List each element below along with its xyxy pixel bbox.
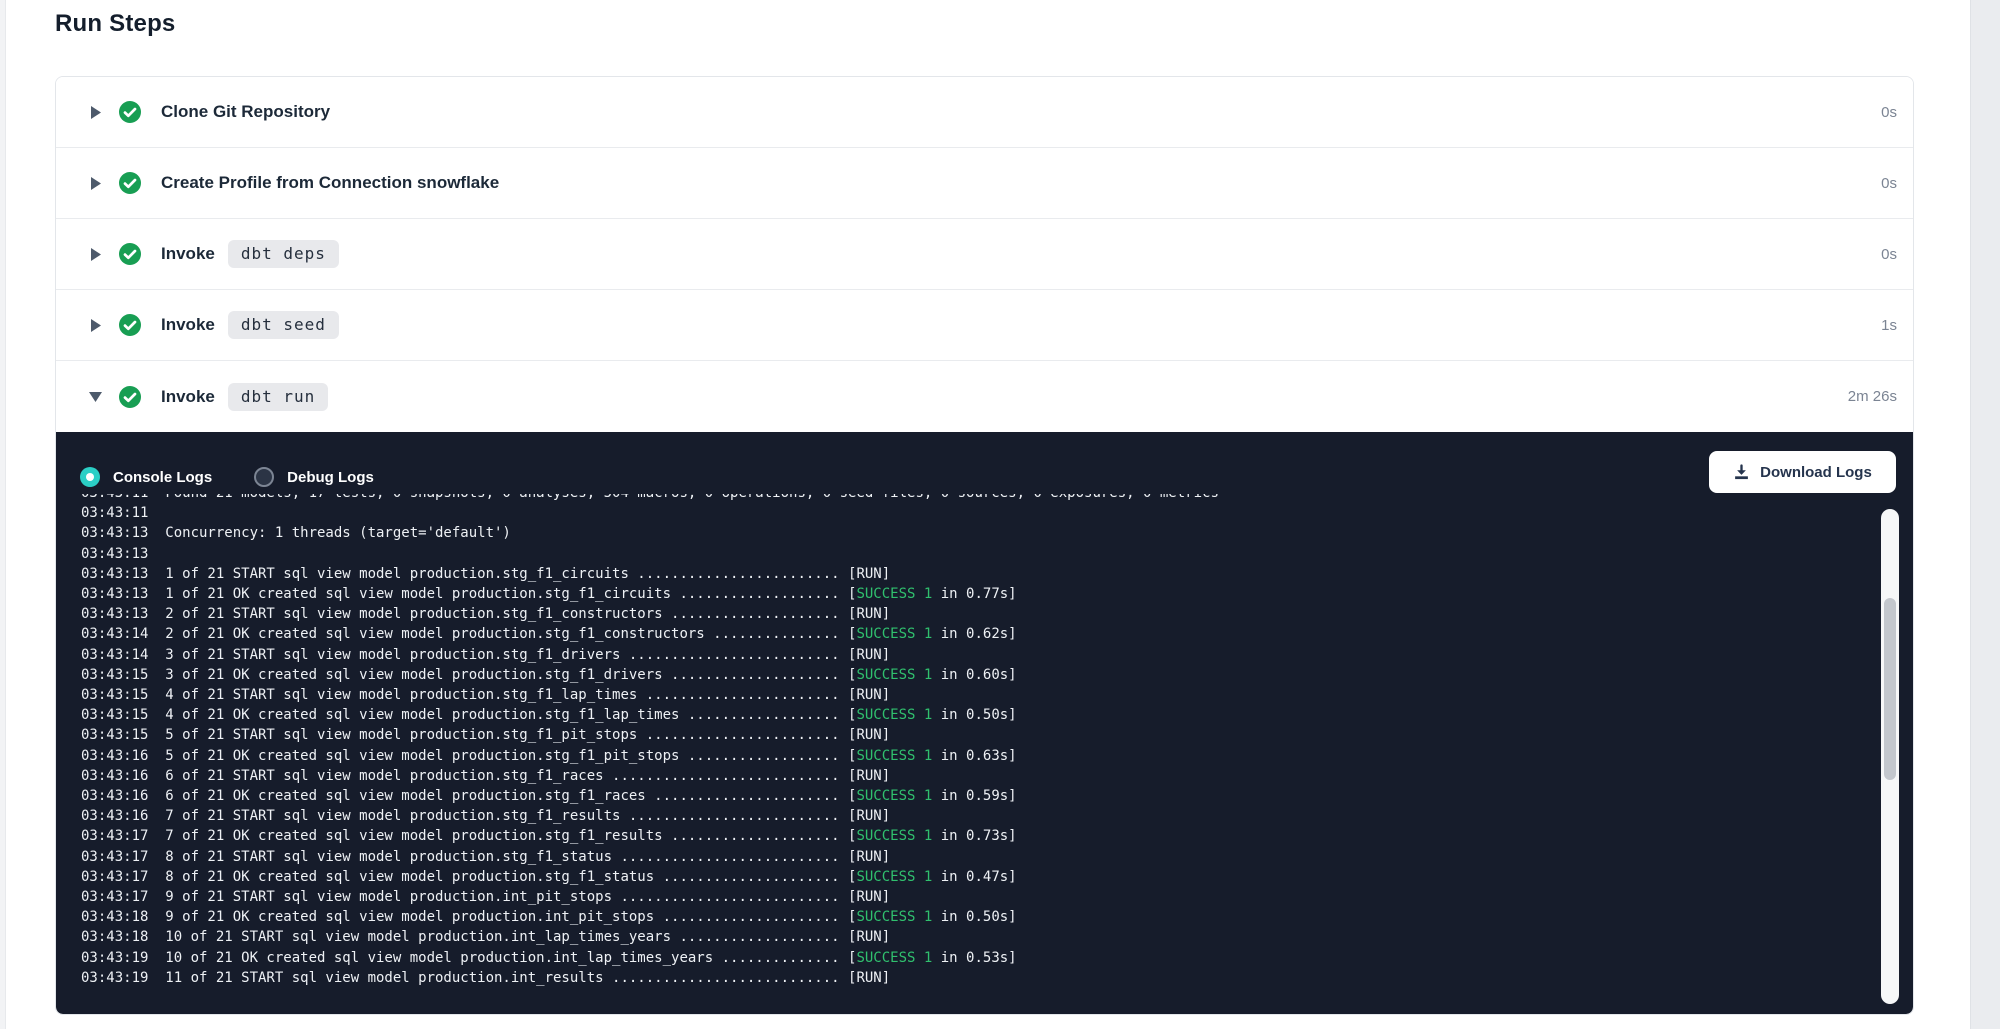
step-row-invoke-dbt-deps[interactable]: Invoke dbt deps 0s [56,219,1913,290]
step-row-invoke-dbt-seed[interactable]: Invoke dbt seed 1s [56,290,1913,361]
page-right-gutter [1970,0,2000,1029]
console-scrollbar[interactable] [1881,509,1899,1004]
step-row-clone-git-repository[interactable]: Clone Git Repository 0s [56,77,1913,148]
step-row-create-profile[interactable]: Create Profile from Connection snowflake… [56,148,1913,219]
step-label: Invoke [161,387,215,407]
check-circle-icon [119,101,141,123]
chevron-right-icon [89,248,102,261]
step-duration: 0s [1881,246,1897,263]
step-duration: 1s [1881,317,1897,334]
run-steps-card: Clone Git Repository 0s Create Profile f… [55,76,1914,1015]
chevron-down-icon [89,390,102,403]
debug-logs-radio[interactable]: Debug Logs [254,467,374,487]
debug-logs-label: Debug Logs [287,469,374,486]
radio-unselected-icon [254,467,274,487]
console-logs-label: Console Logs [113,469,212,486]
download-logs-button[interactable]: Download Logs [1709,451,1896,493]
command-chip: dbt seed [228,311,339,339]
download-logs-label: Download Logs [1760,464,1872,481]
console-scrollbar-thumb[interactable] [1884,598,1896,780]
radio-selected-icon [80,467,100,487]
console-log-output: 03:43:11 Found 21 models, 17 tests, 0 sn… [81,494,1853,1001]
chevron-right-icon [89,106,102,119]
console-panel: Console Logs Debug Logs Download Logs 03… [56,432,1913,1014]
check-circle-icon [119,314,141,336]
page-left-edge [0,0,6,1029]
step-label: Invoke [161,315,215,335]
download-icon [1733,464,1750,481]
check-circle-icon [119,172,141,194]
check-circle-icon [119,243,141,265]
step-label: Invoke [161,244,215,264]
step-duration: 0s [1881,175,1897,192]
console-logs-radio[interactable]: Console Logs [80,467,212,487]
step-label: Clone Git Repository [161,102,330,122]
log-type-toggle: Console Logs Debug Logs [80,467,374,487]
command-chip: dbt deps [228,240,339,268]
page-title: Run Steps [55,10,175,38]
step-row-invoke-dbt-run[interactable]: Invoke dbt run 2m 26s [56,361,1913,432]
chevron-right-icon [89,319,102,332]
step-label: Create Profile from Connection snowflake [161,173,499,193]
check-circle-icon [119,386,141,408]
step-duration: 2m 26s [1848,388,1897,405]
chevron-right-icon [89,177,102,190]
command-chip: dbt run [228,383,328,411]
console-log-text: 03:43:11 Found 21 models, 17 tests, 0 sn… [81,494,1853,988]
step-duration: 0s [1881,104,1897,121]
